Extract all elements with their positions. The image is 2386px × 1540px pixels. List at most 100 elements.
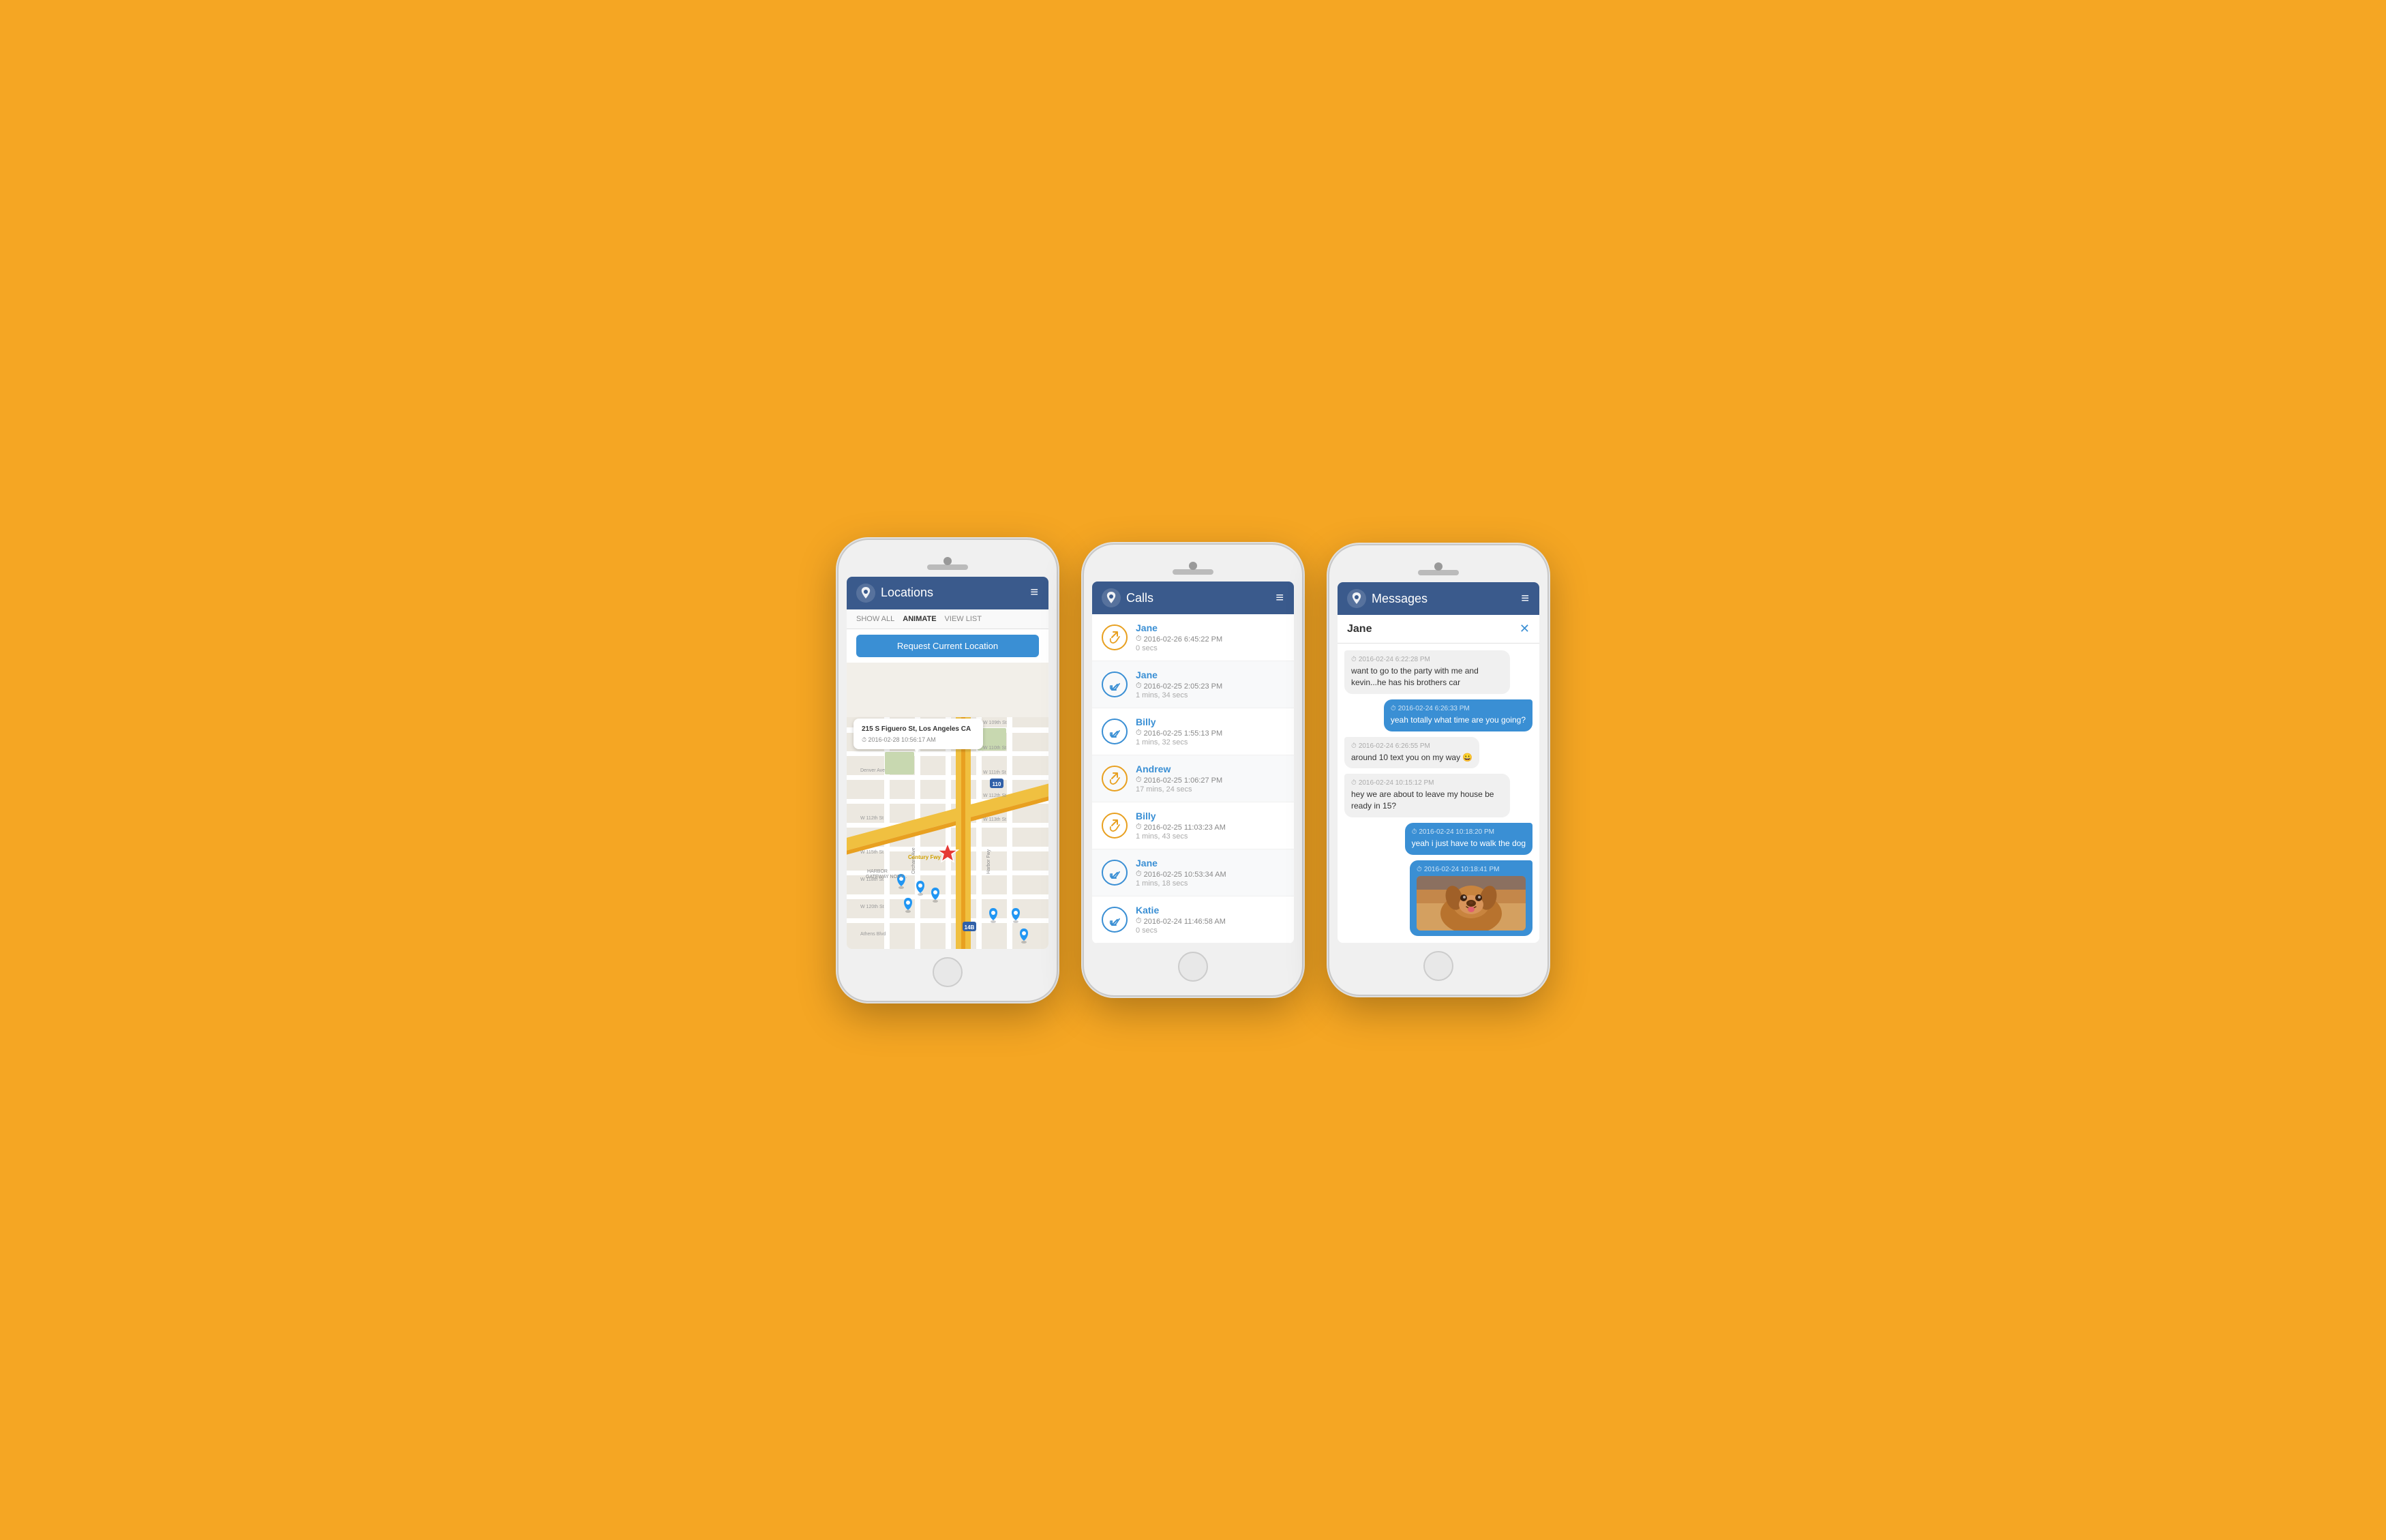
call-name-5: Jane xyxy=(1136,858,1284,869)
messages-list: ⏱2016-02-24 6:22:28 PM want to go to the… xyxy=(1338,644,1539,943)
call-time-6: ⏱2016-02-24 11:46:58 AM xyxy=(1136,917,1284,926)
call-item-1[interactable]: Jane ⏱2016-02-25 2:05:23 PM 1 mins, 34 s… xyxy=(1092,661,1294,708)
call-duration-6: 0 secs xyxy=(1136,926,1284,935)
svg-text:Harbor Fwy: Harbor Fwy xyxy=(986,849,991,874)
call-name-1: Jane xyxy=(1136,669,1284,680)
speaker-2 xyxy=(1173,569,1213,575)
speaker-1 xyxy=(927,564,968,570)
phone-locations: Locations ≡ SHOW ALL ANIMATE VIEW LIST R… xyxy=(839,540,1057,1001)
call-item-2[interactable]: Billy ⏱2016-02-25 1:55:13 PM 1 mins, 32 … xyxy=(1092,708,1294,755)
show-all-btn[interactable]: SHOW ALL xyxy=(856,615,894,623)
call-duration-5: 1 mins, 18 secs xyxy=(1136,879,1284,888)
call-name-2: Billy xyxy=(1136,716,1284,727)
message-3: ⏱2016-02-24 10:15:12 PM hey we are about… xyxy=(1344,774,1510,817)
call-item-5[interactable]: Jane ⏱2016-02-25 10:53:34 AM 1 mins, 18 … xyxy=(1092,849,1294,896)
svg-text:W 115th St: W 115th St xyxy=(860,850,884,855)
svg-text:Athens Blvd: Athens Blvd xyxy=(860,932,886,937)
screen-calls: Calls ≡ Jane ⏱2016-02-26 6:45:22 PM 0 se… xyxy=(1092,582,1294,943)
call-time-0: ⏱2016-02-26 6:45:22 PM xyxy=(1136,635,1284,644)
calls-menu-icon[interactable]: ≡ xyxy=(1275,590,1284,606)
svg-text:W 110th St: W 110th St xyxy=(983,746,1006,751)
animate-btn[interactable]: ANIMATE xyxy=(903,615,936,623)
msg-time-4: ⏱2016-02-24 10:18:20 PM xyxy=(1412,828,1526,836)
call-icon-4 xyxy=(1102,813,1128,839)
phone-messages: Messages ≡ Jane ✕ ⏱2016-02-24 6:22:28 PM… xyxy=(1329,545,1547,995)
svg-text:W 111th St: W 111th St xyxy=(983,770,1006,775)
call-time-3: ⏱2016-02-25 1:06:27 PM xyxy=(1136,776,1284,785)
call-item-0[interactable]: Jane ⏱2016-02-26 6:45:22 PM 0 secs xyxy=(1092,614,1294,661)
map-svg: Denver Ave W 112th St W 115th St W 118th… xyxy=(847,663,1048,949)
svg-text:W 113th St: W 113th St xyxy=(983,817,1006,822)
home-button-2[interactable] xyxy=(1178,952,1208,982)
phone-top-1 xyxy=(847,552,1048,570)
msg-text-4: yeah i just have to walk the dog xyxy=(1412,838,1526,849)
svg-text:Century Fwy: Century Fwy xyxy=(908,854,941,860)
call-name-4: Billy xyxy=(1136,811,1284,821)
svg-text:W 112th St: W 112th St xyxy=(860,816,884,821)
svg-text:HARBOR: HARBOR xyxy=(867,869,888,874)
call-info-6: Katie ⏱2016-02-24 11:46:58 AM 0 secs xyxy=(1136,905,1284,935)
call-icon-1 xyxy=(1102,671,1128,697)
camera-1 xyxy=(943,557,952,565)
msg-time-1: ⏱2016-02-24 6:26:33 PM xyxy=(1391,705,1526,712)
call-name-0: Jane xyxy=(1136,622,1284,633)
call-time-1: ⏱2016-02-25 2:05:23 PM xyxy=(1136,682,1284,691)
messages-header-left: Messages xyxy=(1347,589,1428,608)
call-time-5: ⏱2016-02-25 10:53:34 AM xyxy=(1136,870,1284,879)
msg-time-2: ⏱2016-02-24 6:26:55 PM xyxy=(1351,742,1473,750)
app-logo-1 xyxy=(856,584,875,603)
call-item-3[interactable]: Andrew ⏱2016-02-25 1:06:27 PM 17 mins, 2… xyxy=(1092,755,1294,802)
request-location-button[interactable]: Request Current Location xyxy=(856,635,1039,657)
call-duration-4: 1 mins, 43 secs xyxy=(1136,832,1284,841)
call-duration-0: 0 secs xyxy=(1136,644,1284,652)
call-icon-3 xyxy=(1102,766,1128,791)
call-info-1: Jane ⏱2016-02-25 2:05:23 PM 1 mins, 34 s… xyxy=(1136,669,1284,699)
msg-text-0: want to go to the party with me and kevi… xyxy=(1351,665,1503,689)
call-duration-2: 1 mins, 32 secs xyxy=(1136,738,1284,746)
call-icon-2 xyxy=(1102,719,1128,744)
svg-text:GATEWAY NORT...: GATEWAY NORT... xyxy=(866,875,907,879)
view-list-btn[interactable]: VIEW LIST xyxy=(945,615,982,623)
phone-top-3 xyxy=(1338,558,1539,575)
svg-text:Denver Ave: Denver Ave xyxy=(860,768,885,773)
messages-contact-header: Jane ✕ xyxy=(1338,615,1539,644)
map-container: Denver Ave W 112th St W 115th St W 118th… xyxy=(847,663,1048,949)
svg-text:⏱ 2016-02-28 10:56:17 AM: ⏱ 2016-02-28 10:56:17 AM xyxy=(862,736,936,743)
msg-text-3: hey we are about to leave my house be re… xyxy=(1351,789,1503,812)
call-item-4[interactable]: Billy ⏱2016-02-25 11:03:23 AM 1 mins, 43… xyxy=(1092,802,1294,849)
msg-text-1: yeah totally what time are you going? xyxy=(1391,714,1526,726)
msg-time-3: ⏱2016-02-24 10:15:12 PM xyxy=(1351,779,1503,787)
call-duration-1: 1 mins, 34 secs xyxy=(1136,691,1284,699)
call-info-0: Jane ⏱2016-02-26 6:45:22 PM 0 secs xyxy=(1136,622,1284,652)
call-duration-3: 17 mins, 24 secs xyxy=(1136,785,1284,794)
locations-toolbar: SHOW ALL ANIMATE VIEW LIST xyxy=(847,609,1048,629)
calls-header-left: Calls xyxy=(1102,588,1153,607)
messages-close-btn[interactable]: ✕ xyxy=(1520,622,1530,636)
message-0: ⏱2016-02-24 6:22:28 PM want to go to the… xyxy=(1344,650,1510,694)
camera-3 xyxy=(1434,562,1443,571)
call-name-6: Katie xyxy=(1136,905,1284,916)
phones-container: Locations ≡ SHOW ALL ANIMATE VIEW LIST R… xyxy=(839,540,1547,1001)
svg-text:110: 110 xyxy=(993,781,1001,787)
svg-text:W 112th St: W 112th St xyxy=(983,794,1006,798)
message-1: ⏱2016-02-24 6:26:33 PM yeah totally what… xyxy=(1384,699,1532,731)
svg-text:215 S Figuero St, Los Angeles: 215 S Figuero St, Los Angeles CA xyxy=(862,725,971,733)
message-2: ⏱2016-02-24 6:26:55 PM around 10 text yo… xyxy=(1344,737,1479,769)
locations-menu-icon[interactable]: ≡ xyxy=(1030,585,1039,601)
home-button-3[interactable] xyxy=(1423,951,1453,981)
screen-locations: Locations ≡ SHOW ALL ANIMATE VIEW LIST R… xyxy=(847,577,1048,949)
speaker-3 xyxy=(1418,570,1459,575)
call-info-3: Andrew ⏱2016-02-25 1:06:27 PM 17 mins, 2… xyxy=(1136,764,1284,794)
calls-header: Calls ≡ xyxy=(1092,582,1294,614)
messages-menu-icon[interactable]: ≡ xyxy=(1521,591,1530,607)
svg-text:Orchard Ave: Orchard Ave xyxy=(911,847,916,874)
call-time-2: ⏱2016-02-25 1:55:13 PM xyxy=(1136,729,1284,738)
svg-text:14B: 14B xyxy=(965,924,975,931)
call-item-6[interactable]: Katie ⏱2016-02-24 11:46:58 AM 0 secs xyxy=(1092,896,1294,943)
message-4: ⏱2016-02-24 10:18:20 PM yeah i just have… xyxy=(1405,823,1532,855)
messages-title: Messages xyxy=(1372,592,1428,606)
messages-contact-name: Jane xyxy=(1347,623,1372,635)
call-name-3: Andrew xyxy=(1136,764,1284,774)
msg-time-0: ⏱2016-02-24 6:22:28 PM xyxy=(1351,656,1503,663)
home-button-1[interactable] xyxy=(933,957,963,987)
